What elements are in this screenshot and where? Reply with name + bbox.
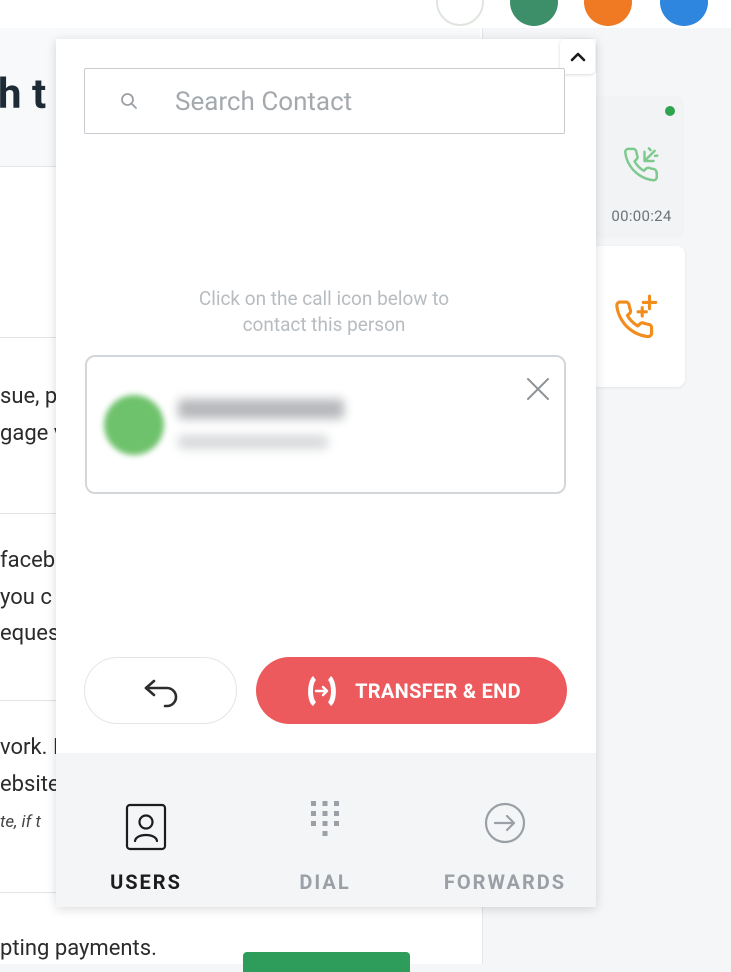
back-arrow-icon: [144, 679, 177, 707]
background-text: faceb: [0, 548, 56, 573]
user-icon: [125, 803, 167, 851]
background-text: you c: [0, 585, 52, 610]
page-title: h t: [0, 70, 47, 119]
collapse-button[interactable]: [560, 39, 595, 74]
background-text: te, if t: [0, 812, 41, 832]
hint-text: Click on the call icon below to contact …: [124, 286, 524, 338]
tab-label: FORWARDS: [443, 870, 567, 894]
hint-line: contact this person: [242, 313, 406, 336]
transfer-end-label: TRANSFER & END: [355, 678, 521, 703]
search-box: [84, 68, 565, 134]
search-icon: [121, 93, 137, 109]
tab-label: USERS: [110, 870, 182, 894]
background-text: ebsite: [0, 772, 60, 797]
contact-name-redacted: [178, 399, 344, 419]
tab-users[interactable]: USERS: [96, 753, 196, 907]
active-call-tile[interactable]: 00:00:24: [590, 96, 684, 238]
contact-avatar: [104, 395, 164, 455]
forward-icon: [484, 802, 526, 844]
tab-dial[interactable]: DIAL: [275, 753, 375, 907]
transfer-end-button[interactable]: TRANSFER & END: [256, 657, 567, 724]
background-text: gage v: [0, 421, 65, 446]
hint-line: Click on the call icon below to: [198, 287, 450, 310]
background-text: eques: [0, 621, 60, 646]
close-icon[interactable]: [525, 376, 551, 402]
search-input[interactable]: [173, 83, 547, 121]
dialpad-icon: [311, 801, 339, 836]
bottom-nav: USERS DIAL FORWARDS: [56, 753, 596, 907]
phone-add-icon: [615, 294, 658, 339]
background-action-button[interactable]: [243, 952, 410, 972]
background-text: pting payments.: [0, 936, 157, 961]
tab-forwards[interactable]: FORWARDS: [440, 753, 570, 907]
add-call-tile[interactable]: [596, 246, 685, 387]
background-text: sue, p: [0, 384, 58, 409]
call-transfer-icon: [308, 675, 336, 706]
contact-phone-redacted: [178, 435, 328, 449]
background-text: vork. I: [0, 735, 59, 760]
chevron-up-icon: [570, 52, 585, 61]
back-button[interactable]: [84, 657, 237, 724]
phone-incoming-icon: [624, 147, 659, 182]
status-dot: [665, 106, 675, 116]
tab-label: DIAL: [299, 870, 351, 894]
selected-contact-card[interactable]: [85, 355, 566, 494]
call-timer: 00:00:24: [611, 207, 672, 225]
